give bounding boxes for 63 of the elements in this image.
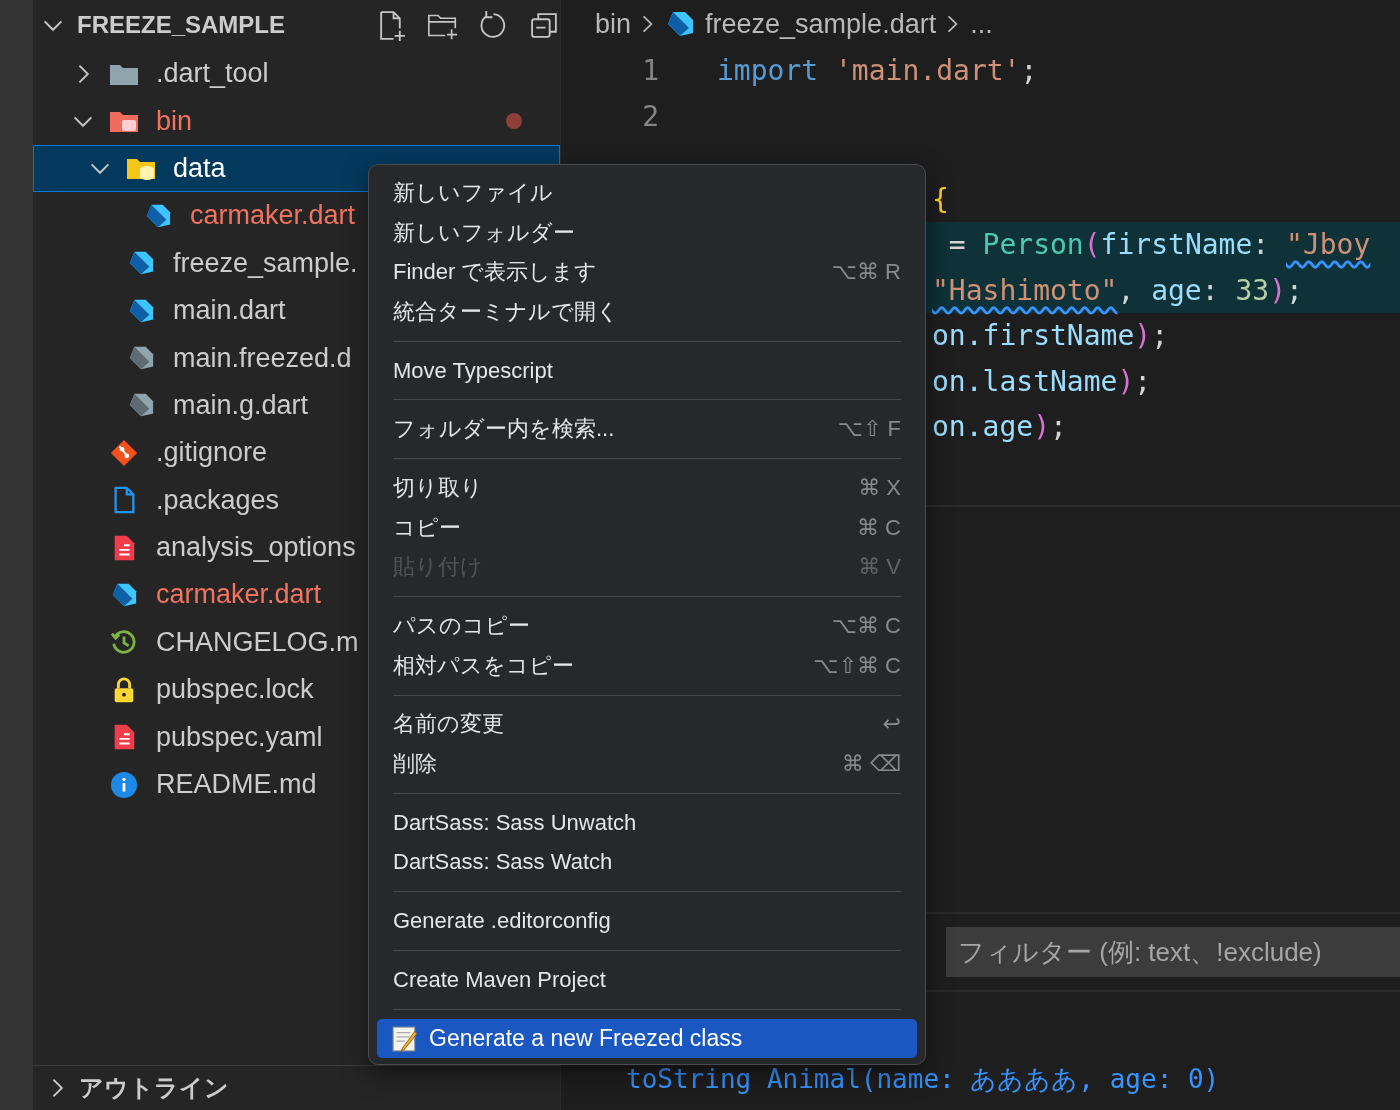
file-name: .packages (156, 484, 280, 516)
menu-item[interactable]: 新しいフォルダー (377, 212, 917, 253)
code-line: on.lastName); (932, 364, 1152, 398)
line-number: 2 (641, 99, 659, 133)
menu-item[interactable]: Generate .editorconfig (377, 901, 917, 941)
code-line: on.age); (932, 409, 1067, 443)
outline-title: アウトライン (79, 1073, 229, 1103)
shortcut-hint: ↩ (882, 711, 901, 738)
code-line: { (932, 182, 949, 216)
shortcut-hint: ⌘ ⌫ (841, 751, 901, 778)
menu-item[interactable]: 切り取り ⌘ X (377, 468, 917, 508)
code-line: = Person(firstName: "Jboy (947, 228, 1371, 262)
menu-item[interactable]: 統合ターミナルで開く (377, 292, 917, 332)
code-line: on.firstName); (932, 319, 1168, 353)
output-line: toString Animal(name: ああああ, age: 0) (626, 1063, 1221, 1096)
file-name: main.dart (173, 295, 286, 327)
tree-item[interactable]: bin (33, 97, 560, 145)
menu-item[interactable]: 名前の変更 ↩ (377, 704, 917, 745)
menu-item[interactable]: DartSass: Sass Watch (377, 842, 917, 883)
menu-item[interactable]: パスのコピー ⌥⌘ C (377, 606, 917, 646)
shortcut-hint: ⌥⇧⌘ C (813, 652, 901, 679)
breadcrumb-item[interactable]: ... (970, 8, 993, 40)
shortcut-hint: ⌘ C (857, 514, 901, 541)
menu-item[interactable]: DartSass: Sass Unwatch (377, 802, 917, 843)
shortcut-hint: ⌘ X (858, 474, 901, 501)
dart-icon (665, 9, 696, 39)
file-name: CHANGELOG.m (156, 626, 359, 658)
shortcut-hint: ⌥⌘ R (831, 259, 901, 286)
breadcrumb-item[interactable]: freeze_sample.dart (705, 8, 937, 40)
shortcut-hint: ⌘ V (858, 554, 901, 581)
menu-item[interactable]: Create Maven Project (377, 960, 917, 1000)
info-icon (109, 770, 139, 799)
file-name: main.freezed.d (173, 342, 352, 374)
code-line: "Hashimoto", age: 33); (932, 273, 1303, 307)
file-name: carmaker.dart (156, 579, 322, 611)
filter-field[interactable]: フィルター (例: text、!exclude) (946, 927, 1400, 977)
tree-item[interactable]: .dart_tool (33, 50, 560, 98)
shortcut-hint: ⌥⇧ F (837, 416, 901, 443)
menu-item[interactable]: 削除 ⌘ ⌫ (377, 744, 917, 784)
file-name: bin (156, 105, 193, 137)
shortcut-hint: ⌥⌘ C (831, 613, 901, 640)
memo-icon (391, 1024, 419, 1053)
file-name: pubspec.yaml (156, 721, 323, 753)
file-name: analysis_options (156, 532, 356, 564)
file-name: .dart_tool (156, 58, 269, 90)
file-name: data (173, 152, 226, 184)
file-name: freeze_sample. (173, 247, 358, 279)
file-name: pubspec.lock (156, 674, 314, 706)
code-line: import 'main.dart'; (717, 54, 1038, 88)
menu-item[interactable]: 相対パスをコピー ⌥⇧⌘ C (377, 645, 917, 686)
git-icon (109, 438, 139, 467)
menu-item[interactable]: Finder で表示します ⌥⌘ R (377, 252, 917, 293)
file-name: .gitignore (156, 437, 268, 469)
menu-item[interactable]: コピー ⌘ C (377, 507, 917, 548)
menu-item[interactable]: フォルダー内を検索... ⌥⇧ F (377, 409, 917, 450)
breadcrumb-item[interactable]: bin (595, 8, 632, 40)
file-name: README.md (156, 769, 317, 801)
explorer-title: FREEZE_SAMPLE (77, 11, 287, 39)
line-number: 1 (641, 54, 659, 88)
file-name: carmaker.dart (190, 200, 356, 232)
menu-item[interactable]: Generate a new Freezed class (377, 1018, 917, 1059)
menu-item[interactable]: Move Typescript (377, 350, 917, 391)
file-name: main.g.dart (173, 389, 309, 421)
